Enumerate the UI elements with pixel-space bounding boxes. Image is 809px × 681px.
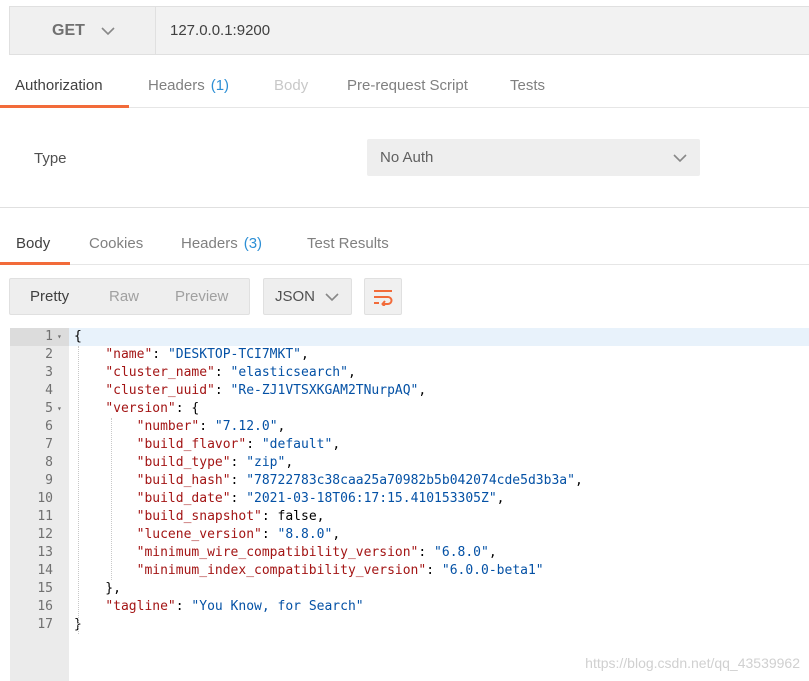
response-body-editor[interactable]: 1 ▾{2 "name": "DESKTOP-TCI7MKT", 3 "cluste… [10,328,809,681]
fold-arrow-icon[interactable]: ▾ [57,328,67,346]
code-text: }, [74,581,121,596]
code-line: 8 "build_type": "zip", [10,454,809,472]
line-number: 15 [37,581,53,596]
response-toolbar: Pretty Raw Preview JSON [0,265,809,325]
tab-count: (1) [210,76,230,94]
code-text: "build_date": "2021-03-18T06:17:15.41015… [136,491,505,506]
response-tabs: Body Cookies Headers (3) Test Results [0,221,809,265]
tab-label: Pre-request Script [347,76,468,94]
code-text: "build_hash": "78722783c38caa25a70982b5b… [136,473,583,488]
tab-body[interactable]: Body [274,62,308,108]
watermark: https://blog.csdn.net/qq_43539962 [585,655,800,671]
code-line: 13 "minimum_wire_compatibility_version":… [10,544,809,562]
indent-guide [78,346,79,634]
code-line: 14 "minimum_index_compatibility_version"… [10,562,809,580]
chevron-down-icon [673,154,687,163]
method-label: GET [52,21,85,39]
format-select[interactable]: JSON [263,278,352,315]
code-text: "minimum_index_compatibility_version": "… [136,563,544,578]
tab-label: Cookies [89,234,144,252]
line-number: 16 [37,599,53,614]
code-line: 1 ▾{ [10,328,809,346]
auth-type-value: No Auth [380,149,434,166]
tab-label: Headers [181,234,238,252]
method-dropdown[interactable]: GET [9,6,156,55]
line-number: 3 [45,365,53,380]
code-line: 9 "build_hash": "78722783c38caa25a70982b… [10,472,809,490]
code-line: 4 "cluster_uuid": "Re-ZJ1VTSXKGAM2TNurpA… [10,382,809,400]
fold-arrow-icon[interactable]: ▾ [57,400,67,418]
line-number: 7 [45,437,53,452]
url-input[interactable]: 127.0.0.1:9200 [155,6,809,55]
line-number: 10 [37,491,53,506]
line-number: 17 [37,617,53,632]
code-line: 12 "lucene_version": "8.8.0", [10,526,809,544]
line-number: 11 [37,509,53,524]
chevron-down-icon [325,293,339,302]
view-pretty-button[interactable]: Pretty [30,279,69,314]
wrap-lines-button[interactable] [364,278,402,315]
line-number: 8 [45,455,53,470]
code-text: "minimum_wire_compatibility_version": "6… [136,545,497,560]
code-text: "cluster_name": "elasticsearch", [105,365,356,380]
code-text: "tagline": "You Know, for Search" [105,599,364,614]
auth-panel: Type No Auth [0,108,809,208]
view-raw-button[interactable]: Raw [109,279,139,314]
line-number: 14 [37,563,53,578]
line-number: 13 [37,545,53,560]
line-number: 9 [45,473,53,488]
tab-tests[interactable]: Tests [510,62,545,108]
tab-pre-request-script[interactable]: Pre-request Script [347,62,468,108]
code-text: "build_type": "zip", [136,455,294,470]
request-bar: GET 127.0.0.1:9200 [0,0,809,62]
code-text: "number": "7.12.0", [136,419,286,434]
code-line: 5 ▾ "version": { [10,400,809,418]
code-line: 6 "number": "7.12.0", [10,418,809,436]
line-number: 4 [45,383,53,398]
tab-test-results[interactable]: Test Results [307,221,389,265]
view-mode-group: Pretty Raw Preview [9,278,250,315]
wrap-lines-icon [374,289,393,306]
code-line: 7 "build_flavor": "default", [10,436,809,454]
indent-guide [111,418,112,580]
code-line: 15 }, [10,580,809,598]
code-text: "lucene_version": "8.8.0", [136,527,341,542]
tab-response-headers[interactable]: Headers (3) [181,221,262,265]
code-line: 16 "tagline": "You Know, for Search" [10,598,809,616]
line-number: 12 [37,527,53,542]
view-preview-button[interactable]: Preview [175,279,228,314]
tab-label: Body [274,76,309,94]
tab-label: Headers [148,76,205,94]
tab-label: Tests [510,76,546,94]
code-line: 10 "build_date": "2021-03-18T06:17:15.41… [10,490,809,508]
code-text: "build_flavor": "default", [136,437,341,452]
code-text: "version": { [105,401,200,416]
code-text: "build_snapshot": false, [136,509,325,524]
code-line: 3 "cluster_name": "elasticsearch", [10,364,809,382]
tab-authorization[interactable]: Authorization [15,62,103,108]
line-number: 2 [45,347,53,362]
line-number: 6 [45,419,53,434]
auth-type-label: Type [34,150,67,167]
tab-count: (3) [243,234,263,252]
tab-response-body[interactable]: Body [16,221,50,265]
code-text: "cluster_uuid": "Re-ZJ1VTSXKGAM2TNurpAQ"… [105,383,427,398]
tab-label: Body [16,234,51,252]
tab-headers[interactable]: Headers (1) [148,62,229,108]
code-line: 11 "build_snapshot": false, [10,508,809,526]
tab-cookies[interactable]: Cookies [89,221,143,265]
code-line: 2 "name": "DESKTOP-TCI7MKT", [10,346,809,364]
tab-label: Authorization [15,76,103,94]
format-value: JSON [275,288,316,305]
code-line: 17} [10,616,809,634]
code-text: { [69,328,809,346]
code-text: } [74,617,82,632]
auth-type-select[interactable]: No Auth [367,139,700,176]
request-tabs: Authorization Headers (1) Body Pre-reque… [0,62,809,108]
chevron-down-icon [101,26,115,35]
tab-label: Test Results [307,234,389,252]
code-text: "name": "DESKTOP-TCI7MKT", [105,347,309,362]
